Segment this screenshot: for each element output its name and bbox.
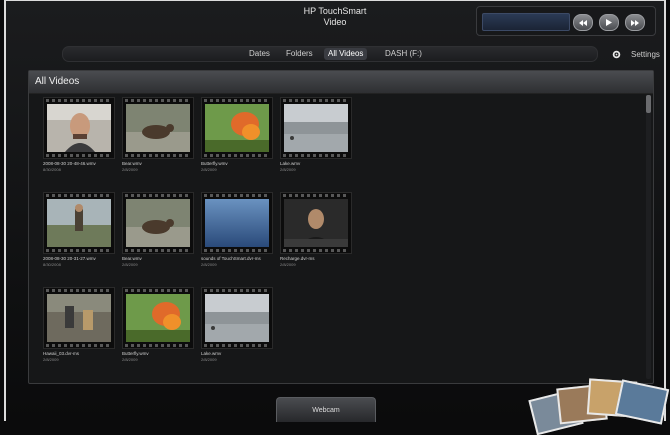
video-tile[interactable]: Lake.wmv 2/8/2009 <box>280 97 352 192</box>
video-date: 2/8/2009 <box>280 262 296 267</box>
tab-all-videos[interactable]: All Videos <box>324 48 368 60</box>
film-frame <box>43 287 115 349</box>
photo-thumbnail <box>614 379 670 425</box>
panel-title: All Videos <box>35 76 80 87</box>
video-tile[interactable]: Butterfly.wmv 2/8/2009 <box>122 287 194 382</box>
video-name: 2008-08-30 20-31-27.wmv <box>43 256 96 261</box>
video-tile[interactable]: Bear.wmv 2/8/2009 <box>122 192 194 287</box>
video-date: 2/8/2009 <box>122 262 138 267</box>
photo-stack-decoration <box>528 376 670 435</box>
video-tile[interactable]: 2008-08-30 20-48-46.wmv 8/30/2008 <box>43 97 115 192</box>
film-frame <box>201 192 273 254</box>
forward-icon <box>631 19 639 26</box>
tab-dates[interactable]: Dates <box>245 48 274 60</box>
video-tile[interactable]: Recharge.dvr-ms 2/8/2009 <box>280 192 352 287</box>
video-name: Hawaii_03.dvr-ms <box>43 351 80 356</box>
video-thumbnail <box>205 294 269 342</box>
video-date: 2/8/2009 <box>280 167 296 172</box>
video-date: 2/8/2009 <box>201 357 217 362</box>
film-frame <box>201 97 273 159</box>
video-tile[interactable]: Bear.wmv 2/8/2009 <box>122 97 194 192</box>
video-tile[interactable]: Hawaii_03.dvr-ms 2/8/2009 <box>43 287 115 382</box>
play-button[interactable] <box>599 14 619 31</box>
film-frame <box>122 192 194 254</box>
video-name: Butterfly.wmv <box>122 351 149 356</box>
film-frame <box>43 97 115 159</box>
film-frame <box>122 287 194 349</box>
video-name: Recharge.dvr-ms <box>280 256 315 261</box>
video-thumbnail <box>47 104 111 152</box>
video-thumbnail <box>126 104 190 152</box>
video-thumbnail <box>126 294 190 342</box>
scroll-thumb[interactable] <box>646 95 651 113</box>
panel-header: All Videos <box>29 71 653 94</box>
video-name: Butterfly.wmv <box>201 161 228 166</box>
video-thumbnail <box>126 199 190 247</box>
video-thumbnail <box>284 199 348 247</box>
forward-button[interactable] <box>625 14 645 31</box>
video-name: sounds of TouchSmart.dvr-ms <box>201 256 261 261</box>
gear-icon <box>612 50 621 58</box>
film-frame <box>280 192 352 254</box>
video-date: 8/30/2008 <box>43 262 61 267</box>
media-controls <box>476 6 656 36</box>
video-date: 2/8/2009 <box>43 357 59 362</box>
video-thumbnail <box>205 104 269 152</box>
video-date: 2/8/2009 <box>122 357 138 362</box>
videos-panel: All Videos 2008-08-30 20-48-46.wmv 8/30/… <box>28 70 654 384</box>
video-name: Lake.wmv <box>201 351 222 356</box>
play-icon <box>606 19 612 26</box>
film-frame <box>201 287 273 349</box>
video-thumbnail <box>284 104 348 152</box>
video-thumbnail <box>47 294 111 342</box>
rewind-icon <box>579 19 587 26</box>
video-tile[interactable]: sounds of TouchSmart.dvr-ms 2/8/2009 <box>201 192 273 287</box>
rewind-button[interactable] <box>573 14 593 31</box>
video-grid: 2008-08-30 20-48-46.wmv 8/30/2008 Bear.w… <box>43 97 352 382</box>
settings-label: Settings <box>631 49 660 59</box>
settings-button[interactable]: Settings <box>612 48 660 60</box>
video-tile[interactable]: 2008-08-30 20-31-27.wmv 8/30/2008 <box>43 192 115 287</box>
video-name: 2008-08-30 20-48-46.wmv <box>43 161 96 166</box>
video-name: Lake.wmv <box>280 161 301 166</box>
video-thumbnail <box>205 199 269 247</box>
video-name: Bear.wmv <box>122 256 142 261</box>
tab-dash-drive[interactable]: DASH (F:) <box>381 48 426 60</box>
film-frame <box>122 97 194 159</box>
video-tile[interactable]: Lake.wmv 2/8/2009 <box>201 287 273 382</box>
webcam-button[interactable]: Webcam <box>276 397 376 422</box>
video-date: 2/8/2009 <box>122 167 138 172</box>
scrollbar[interactable] <box>646 95 651 379</box>
video-date: 2/8/2009 <box>201 262 217 267</box>
video-date: 8/30/2008 <box>43 167 61 172</box>
tab-folders[interactable]: Folders <box>282 48 317 60</box>
media-progress-bar[interactable] <box>482 13 570 31</box>
video-thumbnail <box>47 199 111 247</box>
film-frame <box>280 97 352 159</box>
video-date: 2/8/2009 <box>201 167 217 172</box>
video-name: Bear.wmv <box>122 161 142 166</box>
film-frame <box>43 192 115 254</box>
video-tile[interactable]: Butterfly.wmv 2/8/2009 <box>201 97 273 192</box>
